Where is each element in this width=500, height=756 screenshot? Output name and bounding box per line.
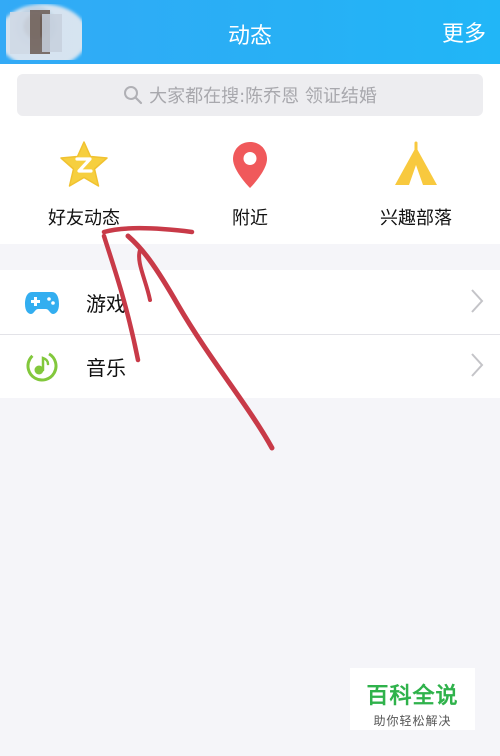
gamepad-icon xyxy=(25,292,59,314)
music-note-icon xyxy=(26,350,58,382)
quick-label: 兴趣部落 xyxy=(380,208,452,229)
chevron-right-icon xyxy=(471,353,484,377)
list-item-game[interactable]: 游戏 xyxy=(0,270,500,334)
list-item-label: 音乐 xyxy=(86,356,126,380)
watermark: 百科全说 助你轻松解决 xyxy=(350,668,475,730)
search-icon xyxy=(124,86,143,105)
chevron-right-icon xyxy=(471,289,484,313)
search-placeholder: 大家都在搜:陈乔恩 领证结婚 xyxy=(149,86,377,107)
quick-friends-feed[interactable]: 好友动态 xyxy=(24,140,144,230)
watermark-title: 百科全说 xyxy=(366,684,459,709)
tent-icon xyxy=(395,141,437,185)
top-bar: 动态 更多 xyxy=(0,0,500,64)
location-pin-icon xyxy=(233,142,267,188)
list-item-music[interactable]: 音乐 xyxy=(0,334,500,398)
page-title: 动态 xyxy=(227,24,272,49)
discover-list: 游戏 音乐 xyxy=(0,270,500,398)
quick-label: 附近 xyxy=(232,208,268,229)
search-area: 大家都在搜:陈乔恩 领证结婚 xyxy=(0,64,500,126)
quick-label: 好友动态 xyxy=(48,208,120,229)
list-item-label: 游戏 xyxy=(86,292,126,316)
watermark-subtitle: 助你轻松解决 xyxy=(373,714,452,728)
quick-actions: 好友动态 附近 兴趣部落 xyxy=(0,126,500,244)
quick-nearby[interactable]: 附近 xyxy=(190,140,310,230)
more-button[interactable]: 更多 xyxy=(442,16,486,48)
quick-interest-tribe[interactable]: 兴趣部落 xyxy=(356,140,476,230)
search-bar[interactable]: 大家都在搜:陈乔恩 领证结婚 xyxy=(17,74,483,116)
qzone-star-icon xyxy=(60,141,108,187)
